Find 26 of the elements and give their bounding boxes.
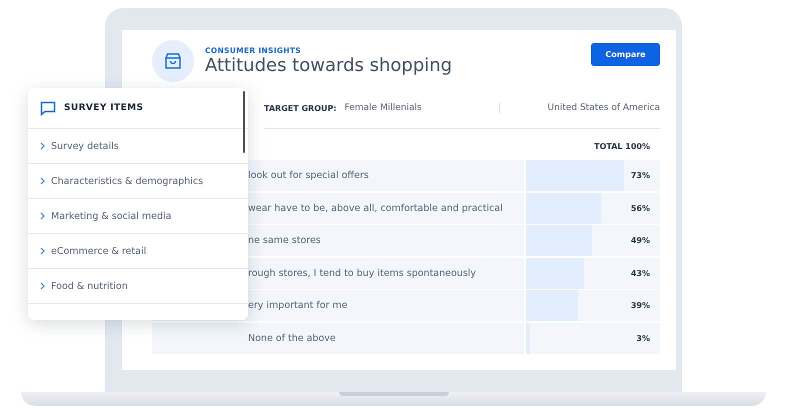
chevron-icon (40, 142, 45, 150)
percent-value: 3% (636, 334, 650, 342)
percent-value: 39% (630, 301, 650, 310)
compare-button[interactable]: Compare (591, 42, 660, 66)
percent-value: 73% (630, 171, 650, 180)
page-title: Attitudes towards shopping (205, 55, 454, 76)
shopping-bag-icon (152, 40, 194, 82)
target-group-value[interactable]: Female Millenials (344, 103, 499, 113)
survey-category[interactable]: Survey details (28, 129, 248, 164)
answer-cell: None of the above (152, 322, 524, 354)
chevron-icon (40, 247, 45, 255)
survey-category[interactable]: eCommerce & retail (28, 234, 248, 269)
survey-category[interactable]: Food & nutrition (28, 269, 248, 304)
percent-value: 43% (630, 268, 650, 278)
percent-value: 49% (630, 236, 650, 245)
filter-label: TARGET GROUP: (264, 104, 337, 112)
chevron-icon (40, 212, 45, 220)
survey-category[interactable]: Characteristics & demographics (28, 164, 248, 199)
percent-value: 56% (630, 204, 650, 212)
survey-category[interactable]: Marketing & social media (28, 199, 248, 234)
country-value[interactable]: United States of America (548, 103, 660, 113)
panel-title: SURVEY ITEMS (64, 103, 144, 113)
chevron-icon (40, 282, 45, 290)
chat-bubble-icon (40, 100, 56, 116)
chevron-icon (40, 177, 45, 185)
total-label: TOTAL 100% (594, 142, 650, 151)
